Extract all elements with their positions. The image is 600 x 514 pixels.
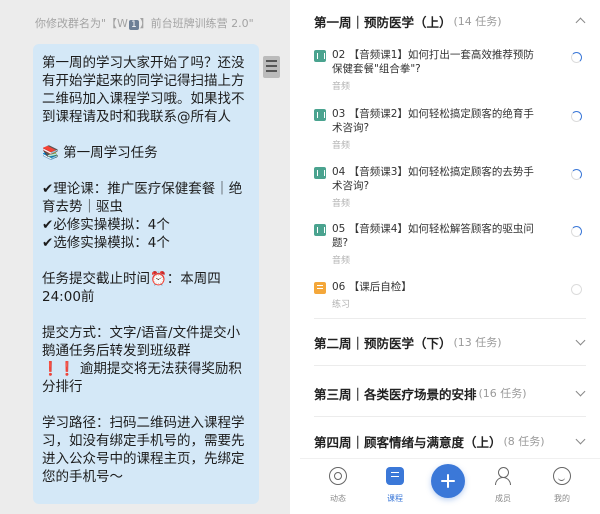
partial-image-thumbnail[interactable]	[263, 56, 280, 78]
lesson-item[interactable]: 06 【课后自检】 练习	[314, 280, 584, 310]
task-elective: ✔选修实操模拟：4个	[42, 235, 170, 251]
notice-tag: 1	[128, 20, 139, 30]
divider	[314, 365, 586, 366]
week-1-header[interactable]: 第一周｜预防医学（上） (14 任务)	[314, 9, 586, 33]
lesson-type: 音频	[332, 82, 351, 92]
lesson-item[interactable]: 03 【音频课2】如何轻松搞定顾客的绝育手术咨询? 音频	[314, 107, 584, 151]
lesson-type: 练习	[332, 300, 351, 310]
week-task-count: (8 任务)	[503, 435, 545, 448]
lesson-title: 03 【音频课2】如何轻松搞定顾客的绝育手术咨询?	[332, 108, 534, 134]
group-rename-notice: 你修改群名为"【W 1 】前台班牌训练营 2.0"	[35, 15, 254, 31]
study-path: 学习路径：扫码二维码进入课程学习，如没有绑定手机号的，需要先进入公众号中的课程主…	[42, 415, 245, 485]
notice-prefix: 你修改群名为"【W	[35, 17, 128, 30]
progress-ring-icon	[571, 226, 582, 237]
message-bubble[interactable]: 第一周的学习大家开始了吗？还没有开始学起来的同学记得扫描上方二维码加入课程学习哦…	[33, 44, 259, 504]
nav-member[interactable]: 成员	[481, 467, 525, 504]
lesson-item[interactable]: 02 【音频课1】如何打出一套高效推荐预防保健套餐"组合拳"? 音频	[314, 48, 584, 92]
submit-method: 提交方式：文字/语音/文件提交小鹅通任务后转发到班级群	[42, 325, 241, 359]
audio-icon	[314, 224, 326, 236]
progress-ring-icon	[571, 111, 582, 122]
warning-icon: ❗❗	[42, 361, 76, 377]
lesson-title: 02 【音频课1】如何打出一套高效推荐预防保健套餐"组合拳"?	[332, 49, 534, 75]
chat-panel: 你修改群名为"【W 1 】前台班牌训练营 2.0" 第一周的学习大家开始了吗？还没有…	[0, 0, 290, 514]
profile-icon	[553, 467, 571, 485]
nav-course[interactable]: 课程	[373, 467, 417, 504]
task-required: ✔必修实操模拟：4个	[42, 217, 170, 233]
week-3-header[interactable]: 第三周｜各类医疗场景的安排 (16 任务)	[314, 381, 586, 405]
divider	[314, 416, 586, 417]
course-panel: 第一周｜预防医学（上） (14 任务) 02 【音频课1】如何打出一套高效推荐预…	[300, 0, 600, 514]
week-title: 第二周｜预防医学（下）	[314, 335, 452, 351]
add-button[interactable]	[431, 464, 465, 498]
nav-me-label: 我的	[554, 494, 570, 503]
week-task-count: (16 任务)	[478, 387, 527, 400]
member-icon	[494, 467, 512, 485]
progress-ring-icon	[571, 169, 582, 180]
chevron-up-icon[interactable]	[575, 17, 586, 28]
audio-icon	[314, 109, 326, 121]
week-task-count: (13 任务)	[453, 336, 502, 349]
feed-icon	[329, 467, 347, 485]
progress-ring-icon	[571, 284, 582, 295]
lesson-title: 04 【音频课3】如何轻松搞定顾客的去势手术咨询?	[332, 166, 534, 192]
week-title: 第四周｜顾客情绪与满意度（上）	[314, 434, 502, 450]
week-4-header[interactable]: 第四周｜顾客情绪与满意度（上） (8 任务)	[314, 429, 586, 453]
progress-ring-icon	[571, 52, 582, 63]
exercise-icon	[314, 282, 326, 294]
late-warning-line: ❗❗ 逾期提交将无法获得奖励积分排行	[42, 360, 251, 396]
divider	[314, 318, 586, 319]
bottom-nav: 动态 课程 成员 我的	[300, 458, 600, 514]
nav-member-label: 成员	[495, 494, 511, 503]
lesson-type: 音频	[332, 141, 351, 151]
lesson-title: 05 【音频课4】如何轻松解答顾客的驱虫问题?	[332, 223, 534, 249]
chevron-down-icon[interactable]	[575, 335, 586, 346]
week-task-count: (14 任务)	[453, 15, 502, 28]
lesson-type: 音频	[332, 199, 351, 209]
course-icon	[386, 467, 404, 485]
tasks-title: 📚 第一周学习任务	[42, 145, 158, 161]
lesson-item[interactable]: 04 【音频课3】如何轻松搞定顾客的去势手术咨询? 音频	[314, 165, 584, 209]
week-2-header[interactable]: 第二周｜预防医学（下） (13 任务)	[314, 330, 586, 354]
message-intro: 第一周的学习大家开始了吗？还没有开始学起来的同学记得扫描上方二维码加入课程学习哦…	[42, 55, 245, 125]
nav-me[interactable]: 我的	[540, 467, 584, 504]
week-title: 第一周｜预防医学（上）	[314, 14, 452, 30]
deadline-text: 任务提交截止时间⏰：本周四24:00前	[42, 271, 221, 305]
chevron-down-icon[interactable]	[575, 434, 586, 445]
task-theory: ✔理论课：推广医疗保健套餐｜绝育去势｜驱虫	[42, 181, 243, 215]
week-title: 第三周｜各类医疗场景的安排	[314, 386, 477, 402]
notice-suffix: 】前台班牌训练营 2.0"	[139, 17, 254, 30]
audio-icon	[314, 167, 326, 179]
audio-icon	[314, 50, 326, 62]
lesson-title: 06 【课后自检】	[332, 281, 412, 293]
nav-feed-label: 动态	[330, 494, 346, 503]
lesson-item[interactable]: 05 【音频课4】如何轻松解答顾客的驱虫问题? 音频	[314, 222, 584, 266]
chevron-down-icon[interactable]	[575, 386, 586, 397]
nav-feed[interactable]: 动态	[316, 467, 360, 504]
nav-course-label: 课程	[387, 494, 403, 503]
lesson-type: 音频	[332, 256, 351, 266]
